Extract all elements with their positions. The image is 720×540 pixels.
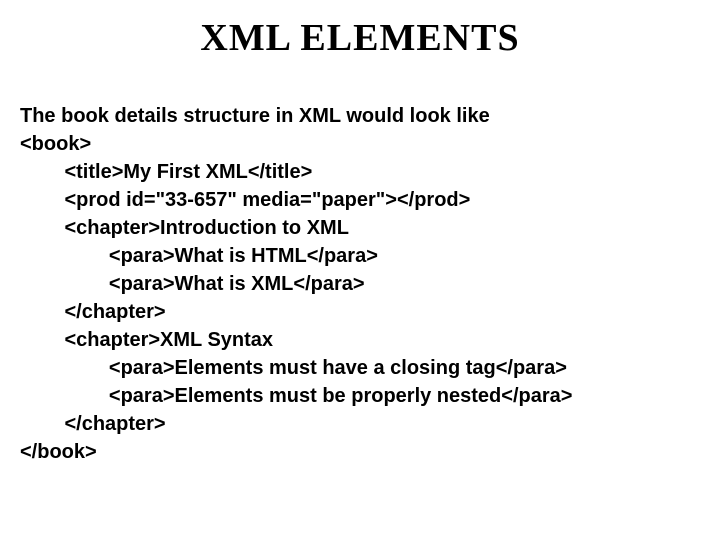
code-line: <para>Elements must have a closing tag</…	[20, 357, 567, 379]
code-line: <prod id="33-657" media="paper"></prod>	[20, 189, 470, 211]
code-line: <chapter>Introduction to XML	[20, 217, 349, 239]
slide: XML ELEMENTS The book details structure …	[0, 0, 720, 514]
code-line: <title>My First XML</title>	[20, 161, 312, 183]
code-line: <chapter>XML Syntax	[20, 329, 273, 351]
code-line: <para>What is XML</para>	[20, 273, 365, 295]
slide-title: XML ELEMENTS	[20, 16, 700, 60]
code-line: <para>Elements must be properly nested</…	[20, 385, 572, 407]
code-line: <book>	[20, 133, 91, 155]
code-line: </book>	[20, 441, 97, 463]
intro-text: The book details structure in XML would …	[20, 105, 490, 127]
slide-body: The book details structure in XML would …	[20, 74, 700, 494]
code-line: </chapter>	[20, 301, 166, 323]
code-line: <para>What is HTML</para>	[20, 245, 378, 267]
code-line: </chapter>	[20, 413, 166, 435]
